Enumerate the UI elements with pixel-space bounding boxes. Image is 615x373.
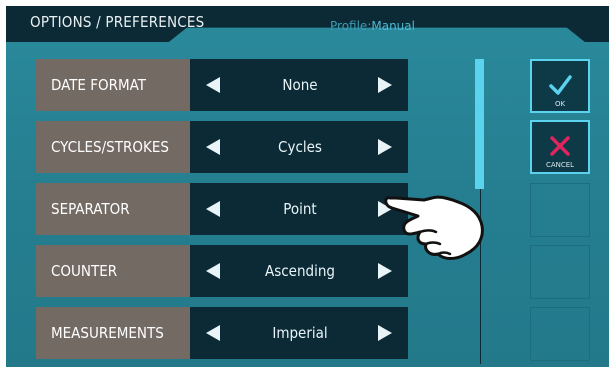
arrow-right-icon[interactable] [378, 325, 392, 341]
option-label: MEASUREMENTS [36, 307, 190, 359]
arrow-left-icon[interactable] [206, 201, 220, 217]
option-selector: Ascending [190, 245, 408, 297]
cancel-button[interactable]: CANCEL [530, 120, 590, 174]
profile-indicator: Profile:Manual [330, 19, 415, 33]
profile-label: Profile: [330, 19, 372, 33]
ok-label: OK [554, 100, 566, 108]
arrow-left-icon[interactable] [206, 139, 220, 155]
page-title: OPTIONS / PREFERENCES [30, 13, 205, 31]
option-value: None [282, 76, 318, 94]
option-label: COUNTER [36, 245, 190, 297]
option-value: Point [283, 200, 317, 218]
arrow-left-icon[interactable] [206, 263, 220, 279]
option-row-separator: SEPARATOR Point [36, 183, 408, 235]
option-value: Cycles [278, 138, 322, 156]
option-value: Imperial [272, 324, 328, 342]
side-button-empty [530, 245, 590, 299]
option-selector: None [190, 59, 408, 111]
option-row-measurements: MEASUREMENTS Imperial [36, 307, 408, 359]
side-button-empty [530, 307, 590, 361]
option-label: DATE FORMAT [36, 59, 190, 111]
arrow-right-icon[interactable] [378, 77, 392, 93]
arrow-left-icon[interactable] [206, 77, 220, 93]
option-row-date-format: DATE FORMAT None [36, 59, 408, 111]
scrollbar-thumb[interactable] [475, 59, 484, 189]
option-row-counter: COUNTER Ascending [36, 245, 408, 297]
option-selector: Cycles [190, 121, 408, 173]
side-button-empty [530, 183, 590, 237]
profile-value: Manual [371, 19, 415, 33]
option-selector: Point [190, 183, 408, 235]
option-label: CYCLES/STROKES [36, 121, 190, 173]
option-row-cycles-strokes: CYCLES/STROKES Cycles [36, 121, 408, 173]
cancel-label: CANCEL [545, 161, 575, 169]
touchscreen: OPTIONS / PREFERENCES Profile:Manual DAT… [0, 0, 615, 373]
hand-pointer-icon [384, 195, 484, 260]
arrow-right-icon[interactable] [378, 139, 392, 155]
option-value: Ascending [265, 262, 335, 280]
ok-button[interactable]: OK [530, 59, 590, 113]
arrow-left-icon[interactable] [206, 325, 220, 341]
option-label: SEPARATOR [36, 183, 190, 235]
option-selector: Imperial [190, 307, 408, 359]
